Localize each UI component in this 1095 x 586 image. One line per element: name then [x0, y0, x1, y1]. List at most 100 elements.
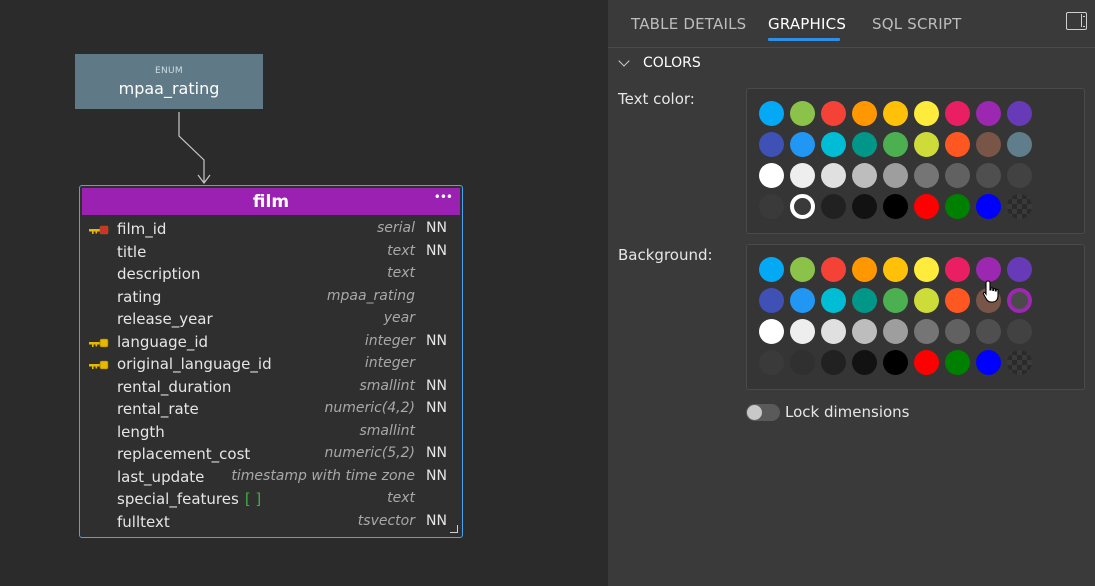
color-swatch[interactable]	[852, 257, 877, 282]
color-swatch[interactable]	[976, 194, 1001, 219]
color-swatch[interactable]	[945, 194, 970, 219]
color-swatch[interactable]	[1007, 101, 1032, 126]
table-column-row[interactable]: replacement_cost numeric(5,2) NN	[80, 443, 462, 465]
tab-graphics[interactable]: GRAPHICS	[768, 15, 846, 33]
color-swatch[interactable]	[914, 194, 939, 219]
color-swatch[interactable]	[852, 163, 877, 188]
color-swatch[interactable]	[790, 194, 815, 219]
diagram-canvas[interactable]: ENUM mpaa_rating film ••• film_id serial N…	[0, 0, 608, 586]
table-column-row[interactable]: rental_rate numeric(4,2) NN	[80, 398, 462, 420]
color-swatch[interactable]	[914, 163, 939, 188]
color-swatch[interactable]	[883, 101, 908, 126]
color-swatch[interactable]	[821, 194, 846, 219]
color-swatch[interactable]	[821, 350, 846, 375]
color-swatch[interactable]	[1007, 163, 1032, 188]
not-null-flag: NN	[426, 400, 447, 416]
color-swatch[interactable]	[945, 132, 970, 157]
color-swatch[interactable]	[1007, 288, 1032, 313]
table-column-row[interactable]: release_year year	[80, 308, 462, 330]
color-swatch[interactable]	[945, 350, 970, 375]
color-swatch[interactable]	[790, 132, 815, 157]
color-swatch[interactable]	[759, 350, 784, 375]
color-swatch[interactable]	[759, 288, 784, 313]
table-column-row[interactable]: rental_duration smallint NN	[80, 376, 462, 398]
color-swatch[interactable]	[1007, 257, 1032, 282]
color-swatch[interactable]	[883, 319, 908, 344]
color-swatch[interactable]	[821, 288, 846, 313]
color-swatch[interactable]	[790, 350, 815, 375]
table-column-row[interactable]: length smallint	[80, 421, 462, 443]
table-column-row[interactable]: title text NN	[80, 241, 462, 263]
color-swatch[interactable]	[852, 101, 877, 126]
table-column-row[interactable]: description text	[80, 263, 462, 285]
table-column-row[interactable]: fulltext tsvector NN	[80, 511, 462, 533]
table-column-row[interactable]: rating mpaa_rating	[80, 286, 462, 308]
color-swatch[interactable]	[821, 163, 846, 188]
color-swatch[interactable]	[852, 319, 877, 344]
color-swatch[interactable]	[821, 257, 846, 282]
color-swatch[interactable]	[883, 194, 908, 219]
color-swatch[interactable]	[1007, 319, 1032, 344]
color-swatch[interactable]	[821, 319, 846, 344]
color-swatch[interactable]	[821, 101, 846, 126]
table-header[interactable]: film •••	[82, 188, 460, 215]
color-swatch[interactable]	[759, 132, 784, 157]
tab-sql-script[interactable]: SQL SCRIPT	[872, 15, 962, 33]
color-swatch[interactable]	[976, 319, 1001, 344]
table-film[interactable]: film ••• film_id serial NN title text NN descr…	[79, 185, 463, 538]
color-swatch[interactable]	[759, 257, 784, 282]
color-swatch[interactable]	[1007, 132, 1032, 157]
color-swatch[interactable]	[883, 132, 908, 157]
color-swatch[interactable]	[790, 101, 815, 126]
color-swatch[interactable]	[790, 257, 815, 282]
color-swatch[interactable]	[821, 132, 846, 157]
color-swatch[interactable]	[790, 288, 815, 313]
table-column-row[interactable]: language_id integer NN	[80, 331, 462, 353]
color-swatch[interactable]	[976, 350, 1001, 375]
tab-table-details[interactable]: TABLE DETAILS	[631, 15, 746, 33]
panel-layout-icon[interactable]	[1066, 12, 1087, 30]
color-swatch[interactable]	[883, 257, 908, 282]
enum-mpaa-rating[interactable]: ENUM mpaa_rating	[75, 54, 263, 109]
color-swatch[interactable]	[945, 257, 970, 282]
color-swatch[interactable]	[1007, 194, 1032, 219]
color-swatch[interactable]	[914, 132, 939, 157]
color-swatch[interactable]	[976, 132, 1001, 157]
column-type: integer	[364, 355, 415, 371]
color-swatch[interactable]	[945, 319, 970, 344]
color-swatch[interactable]	[883, 350, 908, 375]
color-swatch[interactable]	[759, 194, 784, 219]
lock-dimensions-toggle[interactable]	[746, 404, 780, 421]
color-swatch[interactable]	[1007, 350, 1032, 375]
color-swatch[interactable]	[914, 101, 939, 126]
color-swatch[interactable]	[883, 163, 908, 188]
color-swatch[interactable]	[914, 288, 939, 313]
table-column-row[interactable]: special_features[ ] text	[80, 488, 462, 510]
color-swatch[interactable]	[759, 163, 784, 188]
color-swatch[interactable]	[790, 163, 815, 188]
color-swatch[interactable]	[790, 319, 815, 344]
color-swatch[interactable]	[976, 101, 1001, 126]
table-column-row[interactable]: original_language_id integer	[80, 353, 462, 375]
color-swatch[interactable]	[852, 132, 877, 157]
color-swatch[interactable]	[976, 257, 1001, 282]
resize-grip-icon[interactable]	[450, 525, 458, 533]
color-swatch[interactable]	[914, 319, 939, 344]
color-swatch[interactable]	[945, 163, 970, 188]
color-swatch[interactable]	[914, 350, 939, 375]
color-swatch[interactable]	[852, 350, 877, 375]
not-null-flag: NN	[426, 445, 447, 461]
color-swatch[interactable]	[945, 101, 970, 126]
color-swatch[interactable]	[914, 257, 939, 282]
ellipsis-icon[interactable]: •••	[434, 190, 453, 204]
color-swatch[interactable]	[945, 288, 970, 313]
color-swatch[interactable]	[852, 288, 877, 313]
color-swatch[interactable]	[976, 163, 1001, 188]
color-swatch[interactable]	[852, 194, 877, 219]
table-column-row[interactable]: film_id serial NN	[80, 218, 462, 240]
table-column-row[interactable]: last_update timestamp with time zone NN	[80, 466, 462, 488]
color-swatch[interactable]	[759, 319, 784, 344]
color-swatch[interactable]	[883, 288, 908, 313]
column-name: special_features[ ]	[117, 490, 262, 508]
color-swatch[interactable]	[759, 101, 784, 126]
